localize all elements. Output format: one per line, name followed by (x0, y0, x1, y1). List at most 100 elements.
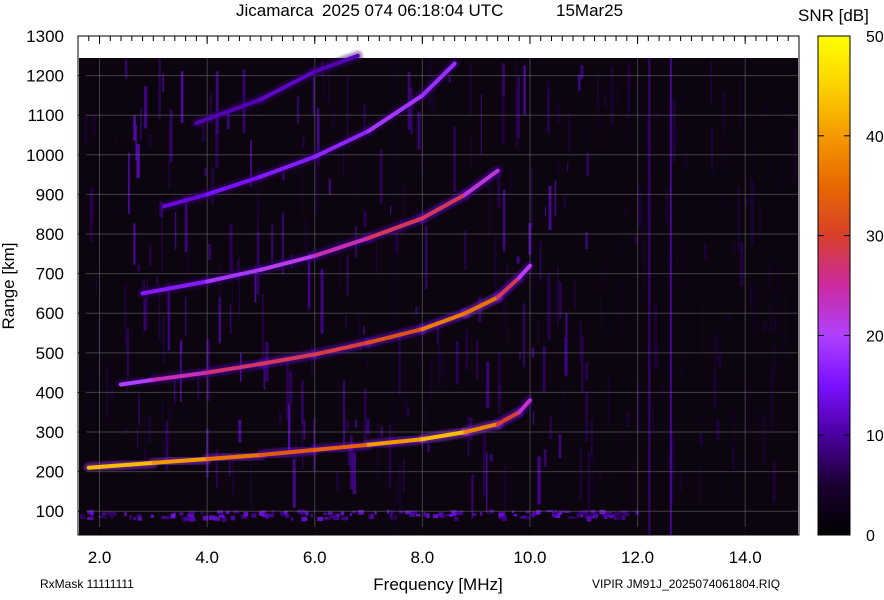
noise-streak (752, 138, 756, 182)
interference-line (392, 58, 395, 535)
clutter-mark (323, 512, 327, 515)
noise-streak (337, 378, 339, 414)
noise-streak (615, 84, 618, 108)
noise-streak (345, 315, 347, 330)
noise-streak (599, 471, 602, 482)
y-tick-label: 1300 (26, 27, 64, 46)
noise-streak (632, 460, 634, 517)
ionogram-chart: Jicamarca 2025 074 06:18:04 UTC 15Mar25 … (0, 1, 884, 594)
noise-streak (616, 234, 620, 263)
noise-streak (315, 188, 319, 203)
noise-streak (346, 254, 349, 296)
noise-streak (390, 205, 392, 215)
noise-streak (586, 124, 588, 145)
noise-streak (793, 128, 797, 183)
noise-streak (419, 146, 420, 197)
noise-streak (577, 74, 581, 91)
noise-streak (644, 113, 648, 154)
clutter-mark (374, 511, 377, 515)
clutter-mark (498, 516, 503, 519)
noise-streak (718, 354, 722, 368)
clutter-mark (137, 514, 142, 519)
noise-streak (770, 366, 774, 432)
clutter-mark (243, 511, 249, 517)
colorbar-tick-label: 30 (866, 229, 884, 246)
noise-streak (634, 235, 638, 245)
noise-streak (331, 107, 335, 129)
noise-streak (547, 274, 551, 340)
noise-streak (619, 440, 621, 481)
noise-streak (548, 186, 552, 230)
noise-streak (363, 388, 367, 442)
y-tick-labels: 100 200 300 400 500 600 700 800 900 1000 1100 1200 1… (26, 27, 64, 521)
noise-streak (124, 427, 128, 434)
noise-streak (769, 446, 772, 482)
noise-streak (345, 420, 349, 431)
clutter-mark (581, 510, 589, 514)
noise-streak (689, 265, 691, 292)
clutter-mark (557, 512, 562, 515)
noise-streak (90, 187, 94, 224)
clutter-mark (613, 515, 621, 521)
noise-streak (696, 234, 698, 290)
noise-streak (552, 306, 555, 324)
clutter-mark (133, 517, 137, 521)
clutter-mark (179, 512, 184, 516)
noise-streak (523, 65, 526, 115)
noise-streak (320, 314, 323, 331)
noise-streak (463, 230, 467, 271)
clutter-mark (520, 516, 526, 519)
noise-streak (263, 365, 266, 390)
noise-streak (113, 389, 117, 405)
noise-streak (137, 428, 138, 448)
x-axis-label: Frequency [MHz] (373, 575, 502, 594)
noise-streak (180, 339, 183, 353)
noise-streak (638, 189, 642, 226)
x-tick-label: 2.0 (88, 548, 112, 567)
noise-streak (675, 239, 679, 258)
noise-streak (353, 150, 355, 201)
noise-streak (645, 182, 649, 232)
noise-streak (586, 153, 589, 176)
noise-streak (425, 225, 428, 290)
clutter-mark (498, 512, 505, 517)
noise-streak (148, 244, 152, 266)
noise-streak (161, 212, 163, 273)
noise-streak (651, 401, 654, 435)
noise-streak (470, 133, 472, 172)
noise-streak (302, 136, 305, 148)
noise-streak (516, 256, 520, 264)
clutter-mark (426, 513, 430, 518)
clutter-mark (599, 509, 606, 515)
noise-streak (581, 336, 584, 394)
noise-streak (680, 65, 683, 108)
clutter-mark (341, 516, 348, 521)
noise-streak (211, 168, 214, 205)
noise-streak (312, 77, 315, 116)
noise-streak (406, 406, 410, 418)
noise-streak (750, 178, 754, 243)
y-tick-label: 500 (36, 344, 64, 363)
noise-streak (766, 100, 769, 122)
noise-streak (262, 113, 264, 160)
noise-streak (453, 126, 456, 192)
y-tick-label: 100 (36, 502, 64, 521)
noise-streak (773, 317, 777, 333)
y-tick-label: 400 (36, 383, 64, 402)
y-tick-label: 600 (36, 304, 64, 323)
noise-streak (398, 331, 401, 395)
colorbar-tick-label: 10 (866, 428, 884, 445)
clutter-mark (514, 513, 518, 517)
clutter-mark (102, 512, 106, 515)
noise-streak (403, 458, 405, 492)
clutter-mark (251, 513, 257, 518)
clutter-mark (580, 514, 584, 517)
noise-streak (403, 371, 406, 419)
noise-streak (300, 158, 305, 217)
noise-streak (465, 329, 468, 370)
x-tick-label: 8.0 (411, 548, 435, 567)
noise-streak (342, 380, 346, 446)
noise-streak (711, 214, 713, 235)
noise-streak (704, 243, 707, 260)
noise-streak (507, 328, 510, 343)
